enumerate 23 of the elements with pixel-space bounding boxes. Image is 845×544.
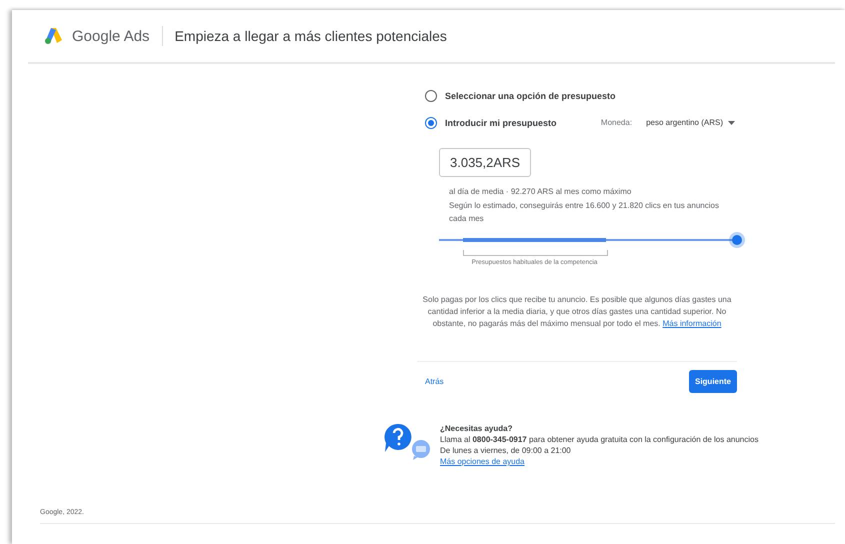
help-chat-icon [384,423,430,461]
caret-icon [728,120,735,124]
radio-button[interactable] [425,90,437,102]
currency-label: Moneda: [600,118,632,127]
more-help-link[interactable]: Más opciones de ayuda [440,457,524,466]
product-name: Google Ads [72,28,150,44]
page-title: Empieza a llegar a más clientes potenciales [174,28,447,44]
currency-dropdown[interactable]: peso argentino (ARS) [646,118,735,127]
billing-info-text: Solo pagas por los clics que recibe tu anuncio. Es posible que algunos días gastes una cantidad inferior a la media diaria, y que otros días gastes una cantidad superior. No obstante, no pagarás más del máximo mensual por todo el mes. Más información [422,294,732,330]
next-button[interactable]: Siguiente [688,370,737,393]
option-label[interactable]: Introducir mi presupuesto [445,118,557,128]
radio-button[interactable] [425,116,437,128]
option-label[interactable]: Seleccionar una opción de presupuesto [445,90,616,100]
clicks-estimate-text: Según lo estimado, conseguirás entre 16.600 y 21.820 clics en tus anuncios cada mes [449,200,720,225]
slider-thumb[interactable] [729,232,745,248]
back-button[interactable]: Atrás [425,377,444,386]
help-phone-text: Llama al 0800-345-0917 para obtener ayuda gratuita con la configuración de los anuncios [440,434,758,445]
help-title: ¿Necesitas ayuda? [440,423,514,434]
help-hours-text: De lunes a viernes, de 09:00 a 21:00 [440,445,572,456]
more-info-link[interactable]: Más información [662,319,722,328]
budget-input-field[interactable]: 3.035,2ARS [439,148,532,177]
google-ads-logo-icon [44,27,64,45]
budget-daily-note: al día de media · 92.270 ARS al mes como máximo [449,187,632,196]
